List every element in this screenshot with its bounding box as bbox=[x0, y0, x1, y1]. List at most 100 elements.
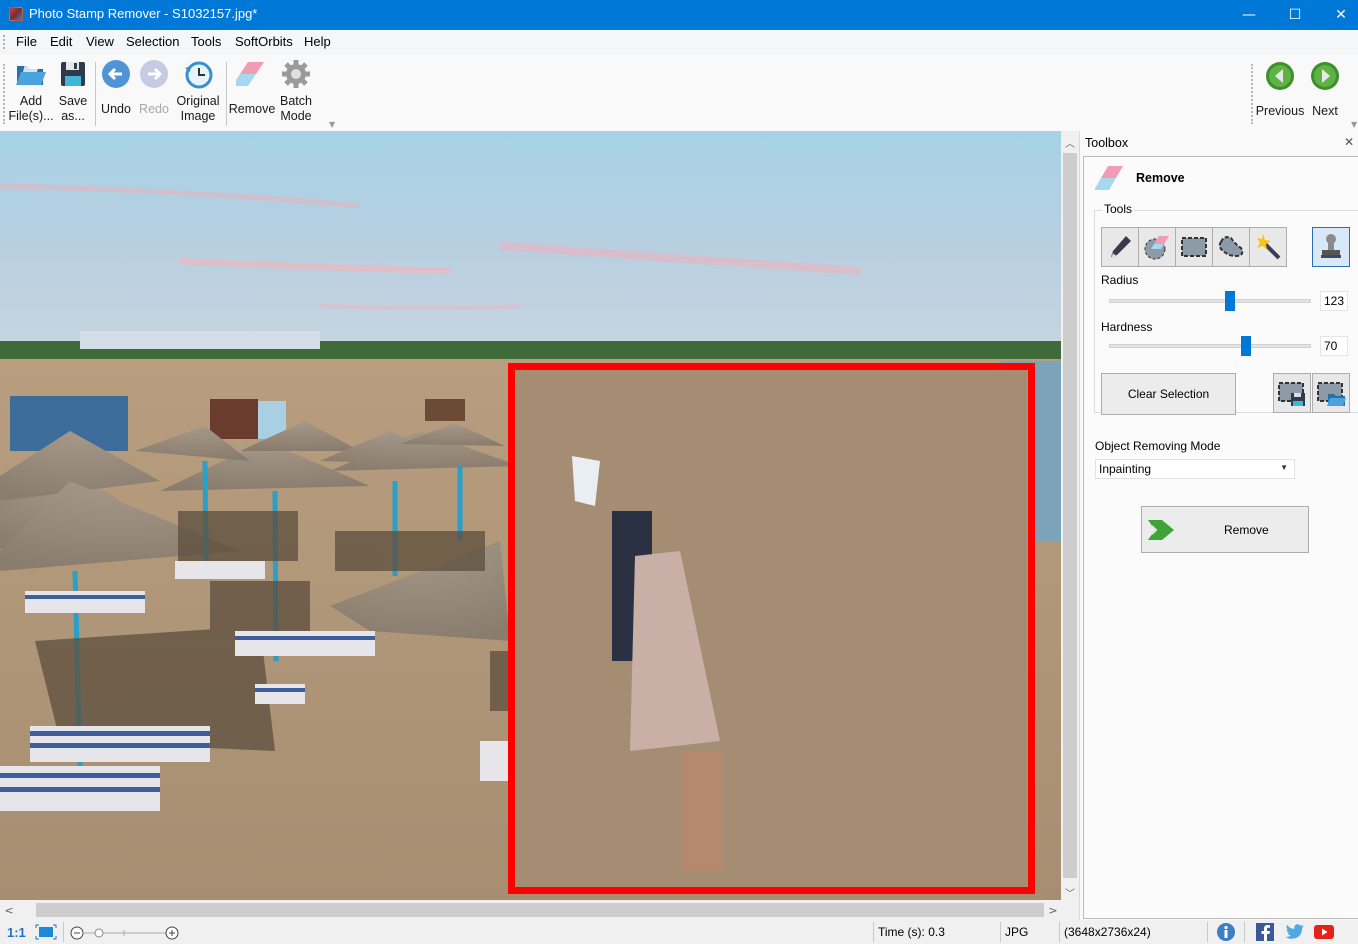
batch-mode-line2: Mode bbox=[280, 109, 312, 123]
toolbar: Add File(s)... Save as... Undo Redo Orig… bbox=[0, 54, 1358, 131]
menu-edit[interactable]: Edit bbox=[50, 34, 72, 49]
maximize-icon: ☐ bbox=[1288, 7, 1302, 23]
fit-to-window-icon[interactable] bbox=[35, 924, 57, 940]
remove-toolbar-button[interactable]: Remove bbox=[229, 58, 275, 117]
pencil-icon bbox=[1111, 236, 1131, 259]
folder-open-icon bbox=[16, 64, 46, 85]
magic-wand-icon bbox=[1257, 234, 1281, 260]
menu-file[interactable]: File bbox=[16, 34, 37, 49]
rectangle-select-tool-button[interactable] bbox=[1175, 227, 1213, 267]
tools-group: Tools Radius 123 Hardness 70 Clear Selec… bbox=[1094, 202, 1358, 415]
image-canvas[interactable] bbox=[0, 131, 1061, 900]
status-separator bbox=[873, 922, 874, 942]
time-label: Time (s): 0.3 bbox=[878, 925, 945, 939]
stamp-tool-button[interactable] bbox=[1312, 227, 1350, 267]
green-arrow-icon bbox=[1148, 520, 1174, 540]
redo-arrow-icon bbox=[140, 60, 168, 88]
clear-selection-button[interactable]: Clear Selection bbox=[1101, 373, 1236, 415]
vertical-scroll-thumb[interactable] bbox=[1063, 153, 1077, 878]
menu-selection[interactable]: Selection bbox=[126, 34, 179, 49]
selection-rectangle[interactable] bbox=[508, 363, 1035, 894]
batch-mode-line1: Batch bbox=[280, 94, 312, 108]
original-image-button[interactable]: Original Image bbox=[175, 58, 221, 124]
eraser-tool-button[interactable] bbox=[1138, 227, 1176, 267]
scroll-left-icon[interactable]: < bbox=[0, 900, 18, 920]
minimize-icon: — bbox=[1242, 7, 1256, 23]
radius-slider-thumb[interactable] bbox=[1225, 291, 1236, 311]
original-image-line2: Image bbox=[180, 109, 216, 123]
maximize-button[interactable]: ☐ bbox=[1272, 0, 1318, 30]
next-arrow-icon bbox=[1311, 62, 1339, 90]
menu-softorbits[interactable]: SoftOrbits bbox=[235, 34, 293, 49]
facebook-icon[interactable] bbox=[1255, 923, 1275, 941]
radius-slider[interactable] bbox=[1109, 291, 1311, 311]
scroll-right-icon[interactable]: > bbox=[1044, 900, 1062, 920]
save-as-button[interactable]: Save as... bbox=[56, 58, 90, 124]
twitter-icon[interactable] bbox=[1285, 923, 1305, 941]
toolbox-close-icon[interactable]: ✕ bbox=[1344, 135, 1354, 149]
vertical-scrollbar[interactable]: ︿ ﹀ bbox=[1061, 131, 1079, 900]
toolbar-grip bbox=[3, 64, 5, 124]
status-bar: 1:1 Time (s): 0.3 JPG (3648x2736x24) bbox=[0, 920, 1358, 944]
toolbox-panel: Toolbox ✕ Remove Tools Radius 123 Hardne… bbox=[1079, 131, 1358, 920]
magic-wand-tool-button[interactable] bbox=[1249, 227, 1287, 267]
scroll-up-icon[interactable]: ︿ bbox=[1061, 133, 1079, 151]
actual-size-button[interactable]: 1:1 bbox=[7, 925, 26, 940]
hardness-label: Hardness bbox=[1101, 320, 1153, 334]
undo-label: Undo bbox=[101, 102, 131, 116]
zoom-slider[interactable] bbox=[68, 923, 180, 941]
youtube-icon[interactable] bbox=[1314, 923, 1334, 941]
load-selection-icon bbox=[1317, 382, 1346, 406]
close-button[interactable]: ✕ bbox=[1318, 0, 1358, 30]
zoom-slider-thumb bbox=[94, 928, 104, 938]
scroll-corner bbox=[1061, 900, 1079, 920]
lasso-tool-button[interactable] bbox=[1212, 227, 1250, 267]
scroll-down-icon[interactable]: ﹀ bbox=[1061, 883, 1079, 901]
menu-view[interactable]: View bbox=[86, 34, 114, 49]
eraser-icon bbox=[236, 62, 264, 86]
hardness-slider[interactable] bbox=[1109, 336, 1311, 356]
remove-button-label: Remove bbox=[1224, 523, 1269, 537]
minimize-button[interactable]: — bbox=[1226, 0, 1272, 30]
remove-button[interactable]: Remove bbox=[1141, 506, 1309, 553]
toolbar-separator bbox=[226, 62, 227, 126]
next-label: Next bbox=[1312, 104, 1338, 118]
status-separator bbox=[63, 922, 64, 942]
redo-button[interactable]: Redo bbox=[138, 58, 170, 117]
save-selection-button[interactable] bbox=[1273, 373, 1311, 413]
undo-button[interactable]: Undo bbox=[100, 58, 132, 117]
toolbar-overflow-icon[interactable]: ▼ bbox=[1351, 120, 1357, 129]
eraser-icon bbox=[1095, 166, 1123, 190]
title-bar: Photo Stamp Remover - S1032157.jpg* — ☐ … bbox=[0, 0, 1358, 30]
undo-arrow-icon bbox=[102, 60, 130, 88]
toolbar-grip bbox=[1251, 64, 1253, 124]
hardness-slider-thumb[interactable] bbox=[1240, 336, 1251, 356]
previous-button[interactable]: Previous bbox=[1256, 58, 1304, 119]
hardness-value[interactable]: 70 bbox=[1320, 336, 1348, 356]
tool-strip bbox=[1101, 227, 1287, 267]
menu-help[interactable]: Help bbox=[304, 34, 331, 49]
mode-value: Inpainting bbox=[1099, 462, 1152, 476]
remove-section-title: Remove bbox=[1136, 171, 1185, 185]
pencil-tool-button[interactable] bbox=[1101, 227, 1139, 267]
horizontal-scroll-thumb[interactable] bbox=[36, 903, 1044, 917]
toolbar-separator bbox=[95, 62, 96, 126]
next-button[interactable]: Next bbox=[1308, 58, 1342, 119]
main-toolbar-group: Add File(s)... Save as... Undo Redo Orig… bbox=[0, 58, 340, 129]
info-icon[interactable] bbox=[1216, 923, 1236, 941]
add-files-line1: Add bbox=[19, 94, 43, 108]
mode-dropdown[interactable]: Inpainting ▼ bbox=[1095, 459, 1295, 479]
horizontal-scrollbar[interactable]: < > bbox=[0, 900, 1061, 920]
gear-icon bbox=[282, 60, 310, 88]
menu-tools[interactable]: Tools bbox=[191, 34, 221, 49]
add-files-button[interactable]: Add File(s)... bbox=[8, 58, 54, 124]
load-selection-button[interactable] bbox=[1312, 373, 1350, 413]
batch-mode-button[interactable]: Batch Mode bbox=[278, 58, 314, 124]
rectangle-select-icon bbox=[1181, 237, 1207, 257]
mode-label: Object Removing Mode bbox=[1095, 439, 1221, 453]
save-as-line2: as... bbox=[61, 109, 85, 123]
menu-grip bbox=[3, 35, 5, 49]
toolbar-overflow-icon[interactable]: ▼ bbox=[329, 120, 335, 129]
tools-legend: Tools bbox=[1102, 202, 1135, 216]
radius-value[interactable]: 123 bbox=[1320, 291, 1348, 311]
